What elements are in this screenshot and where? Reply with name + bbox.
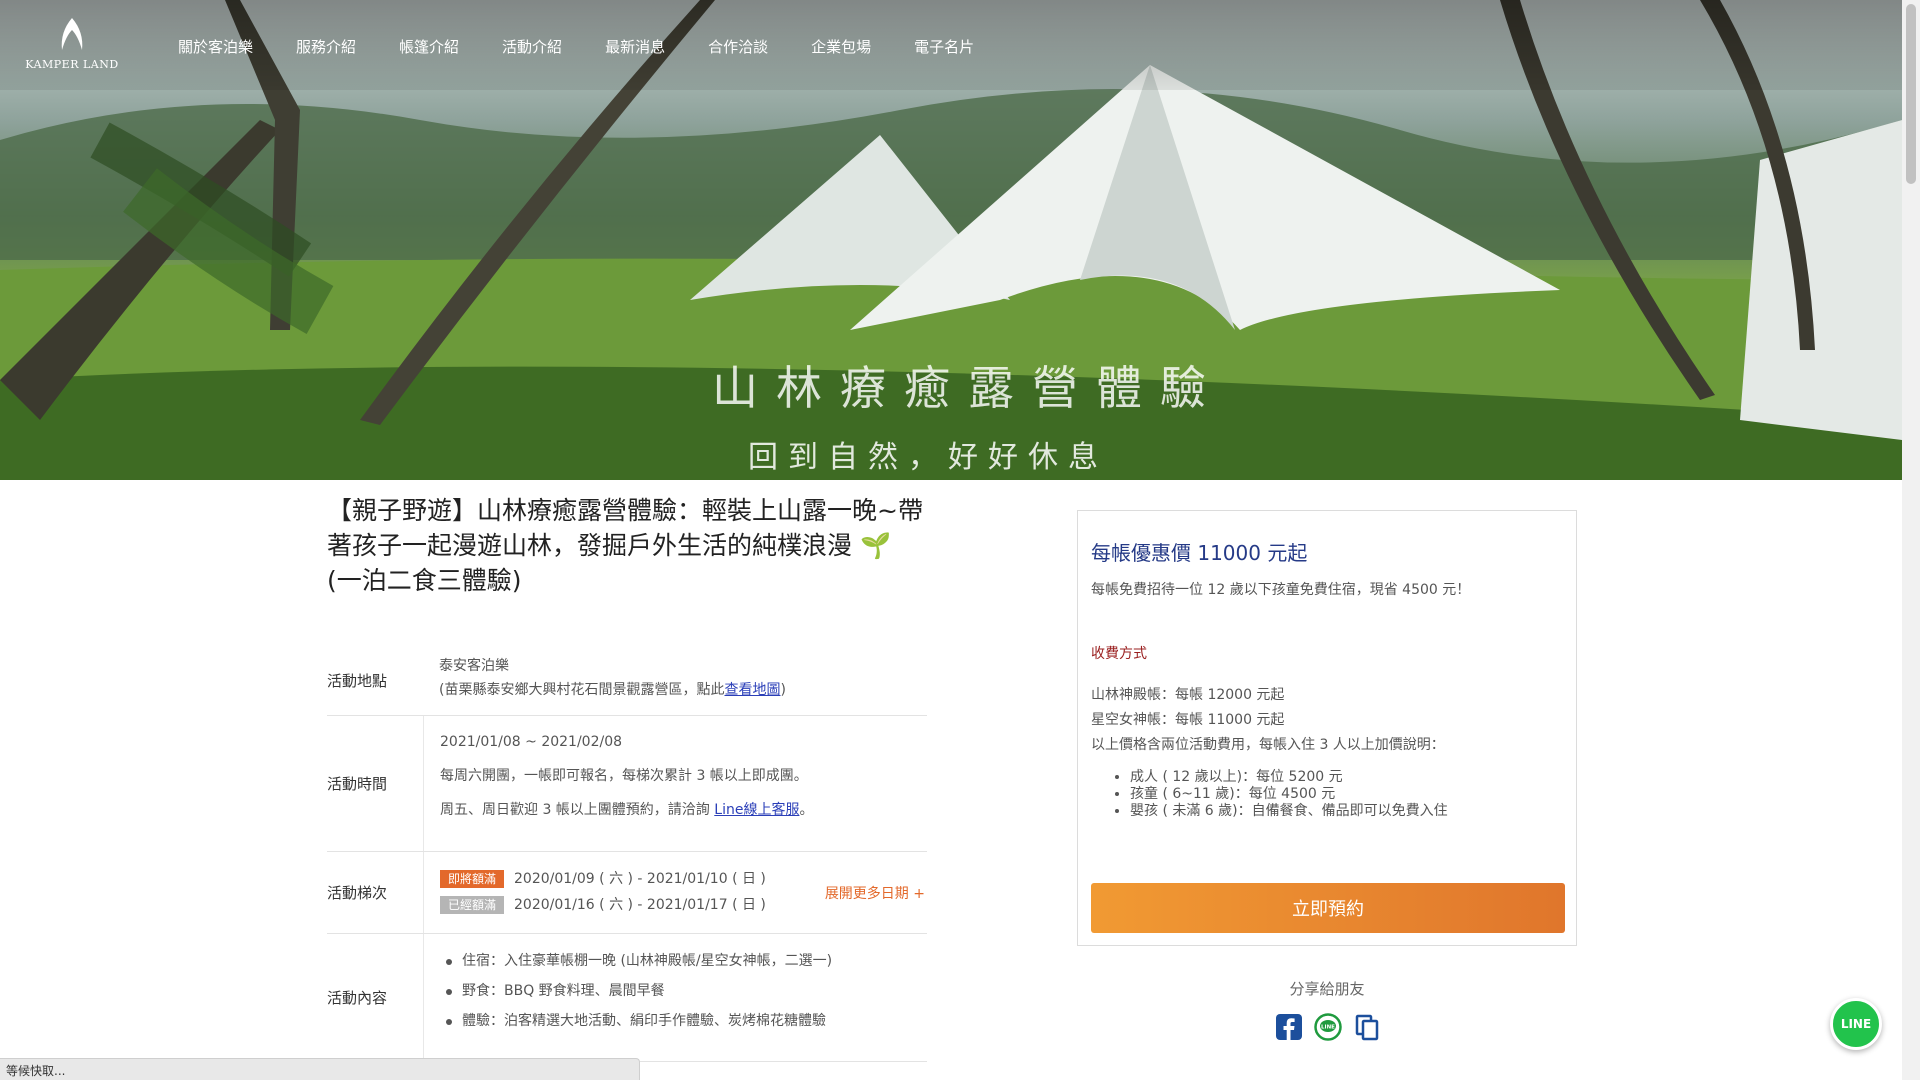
- fee-lines: 山林神殿帳：每帳 12000 元起 星空女神帳：每帳 11000 元起 以上價格…: [1091, 683, 1445, 758]
- price-note: 每帳免費招待一位 12 歲以下孩童免費住宿，現省 4500 元！: [1091, 582, 1471, 598]
- content-label: 活動內容: [327, 989, 388, 1007]
- event-details: 【親子野遊】山林療癒露營體驗：輕裝上山露一晚~帶著孩子一起漫遊山林，發掘戶外生活…: [327, 493, 927, 1062]
- share-label: 分享給朋友: [1289, 980, 1365, 998]
- scrollbar-thumb[interactable]: [1906, 4, 1916, 184]
- copy-link-icon[interactable]: [1353, 1013, 1381, 1041]
- nav-item-news[interactable]: 最新消息: [605, 36, 665, 57]
- time-note-1: 每周六開團，一帳即可報名，每梯次累計 3 帳以上即成團。: [440, 768, 808, 784]
- browser-status-bar: 等候快取...: [0, 1058, 640, 1080]
- nav-bar: KAMPER LAND 關於客泊樂 服務介紹 帳篷介紹 活動介紹 最新消息 合作…: [0, 0, 1902, 90]
- page-scrollbar[interactable]: [1902, 0, 1920, 1080]
- nav-item-tents[interactable]: 帳篷介紹: [399, 36, 459, 57]
- fee-item: 孩童 ( 6~11 歲)：每位 4500 元: [1130, 786, 1448, 803]
- hero-banner: KAMPER LAND 關於客泊樂 服務介紹 帳篷介紹 活動介紹 最新消息 合作…: [0, 0, 1902, 480]
- content-row: 活動內容 住宿：入住豪華帳棚一晚 (山林神殿帳/星空女神帳，二選一) 野食：BB…: [327, 934, 927, 1062]
- svg-text:LINE: LINE: [1321, 1025, 1335, 1031]
- time-range: 2021/01/08 ~ 2021/02/08: [440, 734, 623, 750]
- nav-item-services[interactable]: 服務介紹: [296, 36, 356, 57]
- hero-subtitle: 回到自然，好好休息: [748, 440, 1108, 475]
- sessions-label: 活動梯次: [327, 884, 388, 902]
- status-badge: 已經額滿: [440, 896, 505, 914]
- line-share-icon[interactable]: LINE: [1314, 1013, 1342, 1041]
- fee-line: 以上價格含兩位活動費用，每帳入住 3 人以上加價說明：: [1091, 737, 1445, 753]
- status-badge: 即將額滿: [440, 870, 505, 888]
- line-chat-button[interactable]: LINE: [1830, 998, 1882, 1050]
- list-item: 住宿：入住豪華帳棚一晚 (山林神殿帳/星空女神帳，二選一): [440, 946, 927, 976]
- time-row: 活動時間 2021/01/08 ~ 2021/02/08 每周六開團，一帳即可報…: [327, 716, 927, 852]
- nav-item-ecard[interactable]: 電子名片: [914, 36, 974, 57]
- time-note-2: 周五、周日歡迎 3 帳以上團體預約，請洽詢 Line線上客服。: [440, 802, 814, 818]
- price-headline: 每帳優惠價 11000 元起: [1091, 541, 1308, 565]
- nav-item-activities[interactable]: 活動介紹: [502, 36, 562, 57]
- nav-item-partnership[interactable]: 合作洽談: [708, 36, 768, 57]
- session-date: 2020/01/09 ( 六 ) - 2021/01/10 ( 日 ): [514, 871, 766, 887]
- view-map-link[interactable]: 查看地圖: [724, 682, 780, 698]
- fee-line: 星空女神帳：每帳 11000 元起: [1091, 712, 1285, 728]
- book-now-button[interactable]: 立即預約: [1091, 883, 1565, 933]
- event-info-table: 活動地點 泰安客泊樂 (苗栗縣泰安鄉大興村花石間景觀露營區，點此查看地圖) 活動…: [327, 646, 927, 1062]
- kamperland-logo-icon: [61, 18, 83, 50]
- fee-line: 山林神殿帳：每帳 12000 元起: [1091, 687, 1285, 703]
- content-list: 住宿：入住豪華帳棚一晚 (山林神殿帳/星空女神帳，二選一) 野食：BBQ 野食料…: [440, 946, 927, 1036]
- location-label: 活動地點: [327, 672, 388, 690]
- logo[interactable]: KAMPER LAND: [22, 16, 122, 76]
- fee-items: 成人 ( 12 歲以上)：每位 5200 元 孩童 ( 6~11 歲)：每位 4…: [1130, 769, 1448, 820]
- line-support-link[interactable]: Line線上客服: [714, 802, 799, 818]
- location-name: 泰安客泊樂: [439, 658, 509, 674]
- sessions-row: 活動梯次 即將額滿 2020/01/09 ( 六 ) - 2021/01/10 (…: [327, 852, 927, 934]
- share-icons: LINE: [1275, 1013, 1381, 1041]
- list-item: 體驗：泊客精選大地活動、絹印手作體驗、炭烤棉花糖體驗: [440, 1006, 927, 1036]
- main-nav: 關於客泊樂 服務介紹 帳篷介紹 活動介紹 最新消息 合作洽談 企業包場 電子名片: [178, 36, 1017, 57]
- facebook-icon[interactable]: [1275, 1013, 1303, 1041]
- fee-item: 嬰孩 ( 未滿 6 歲)：自備餐食、備品即可以免費入住: [1130, 803, 1448, 820]
- hero-title: 山林療癒露營體驗: [712, 361, 1224, 415]
- location-row: 活動地點 泰安客泊樂 (苗栗縣泰安鄉大興村花石間景觀露營區，點此查看地圖): [327, 646, 927, 716]
- list-item: 野食：BBQ 野食料理、晨間早餐: [440, 976, 927, 1006]
- nav-item-corporate[interactable]: 企業包場: [811, 36, 871, 57]
- fee-title: 收費方式: [1091, 646, 1147, 662]
- session-date: 2020/01/16 ( 六 ) - 2021/01/17 ( 日 ): [514, 897, 766, 913]
- time-label: 活動時間: [327, 775, 388, 793]
- fee-item: 成人 ( 12 歲以上)：每位 5200 元: [1130, 769, 1448, 786]
- nav-item-about[interactable]: 關於客泊樂: [178, 36, 253, 57]
- logo-text: KAMPER LAND: [25, 58, 119, 71]
- more-dates-button[interactable]: 展開更多日期 +: [825, 882, 925, 906]
- location-address: (苗栗縣泰安鄉大興村花石間景觀露營區，點此查看地圖): [439, 682, 786, 698]
- event-title: 【親子野遊】山林療癒露營體驗：輕裝上山露一晚~帶著孩子一起漫遊山林，發掘戶外生活…: [327, 496, 923, 595]
- booking-card: 每帳優惠價 11000 元起 每帳免費招待一位 12 歲以下孩童免費住宿，現省 …: [1077, 510, 1577, 946]
